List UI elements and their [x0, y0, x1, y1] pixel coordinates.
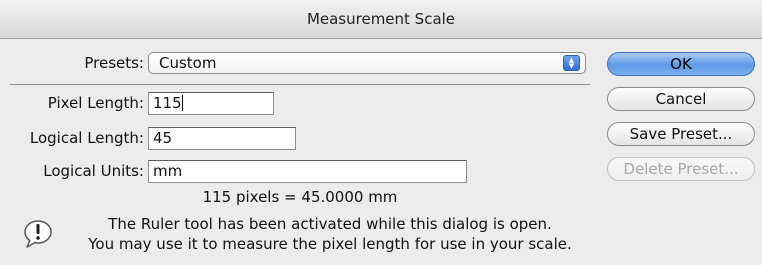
window-title: Measurement Scale	[0, 0, 762, 39]
logical-length-field[interactable]: 45	[148, 127, 296, 150]
separator	[10, 84, 590, 85]
presets-label: Presets:	[84, 54, 144, 72]
presets-popup[interactable]: Custom ▲ ▼	[148, 52, 586, 74]
ruler-message-line2: You may use it to measure the pixel leng…	[88, 235, 572, 253]
pixel-length-value: 115	[153, 94, 182, 112]
text-cursor	[181, 95, 183, 111]
logical-units-value: mm	[153, 162, 183, 180]
logical-length-label: Logical Length:	[29, 129, 144, 147]
delete-preset-button[interactable]: Delete Preset...	[607, 157, 755, 181]
logical-length-value: 45	[153, 129, 173, 147]
ruler-message-line1: The Ruler tool has been activated while …	[108, 215, 552, 233]
logical-units-field[interactable]: mm	[148, 160, 467, 183]
presets-value: Custom	[159, 54, 217, 72]
pixel-length-label: Pixel Length:	[47, 94, 144, 112]
save-preset-button[interactable]: Save Preset...	[607, 122, 755, 146]
pixel-length-field[interactable]: 115	[148, 92, 274, 115]
measurement-scale-dialog: Measurement Scale Presets: Custom ▲ ▼ Pix…	[0, 0, 762, 265]
ok-button[interactable]: OK	[607, 52, 755, 76]
exclamation-alert-icon	[24, 220, 52, 248]
up-down-arrows-icon: ▲ ▼	[563, 55, 580, 71]
scale-summary: 115 pixels = 45.0000 mm	[202, 188, 398, 206]
ruler-message: The Ruler tool has been activated while …	[70, 214, 590, 254]
logical-units-label: Logical Units:	[43, 162, 144, 180]
cancel-button[interactable]: Cancel	[607, 87, 755, 111]
